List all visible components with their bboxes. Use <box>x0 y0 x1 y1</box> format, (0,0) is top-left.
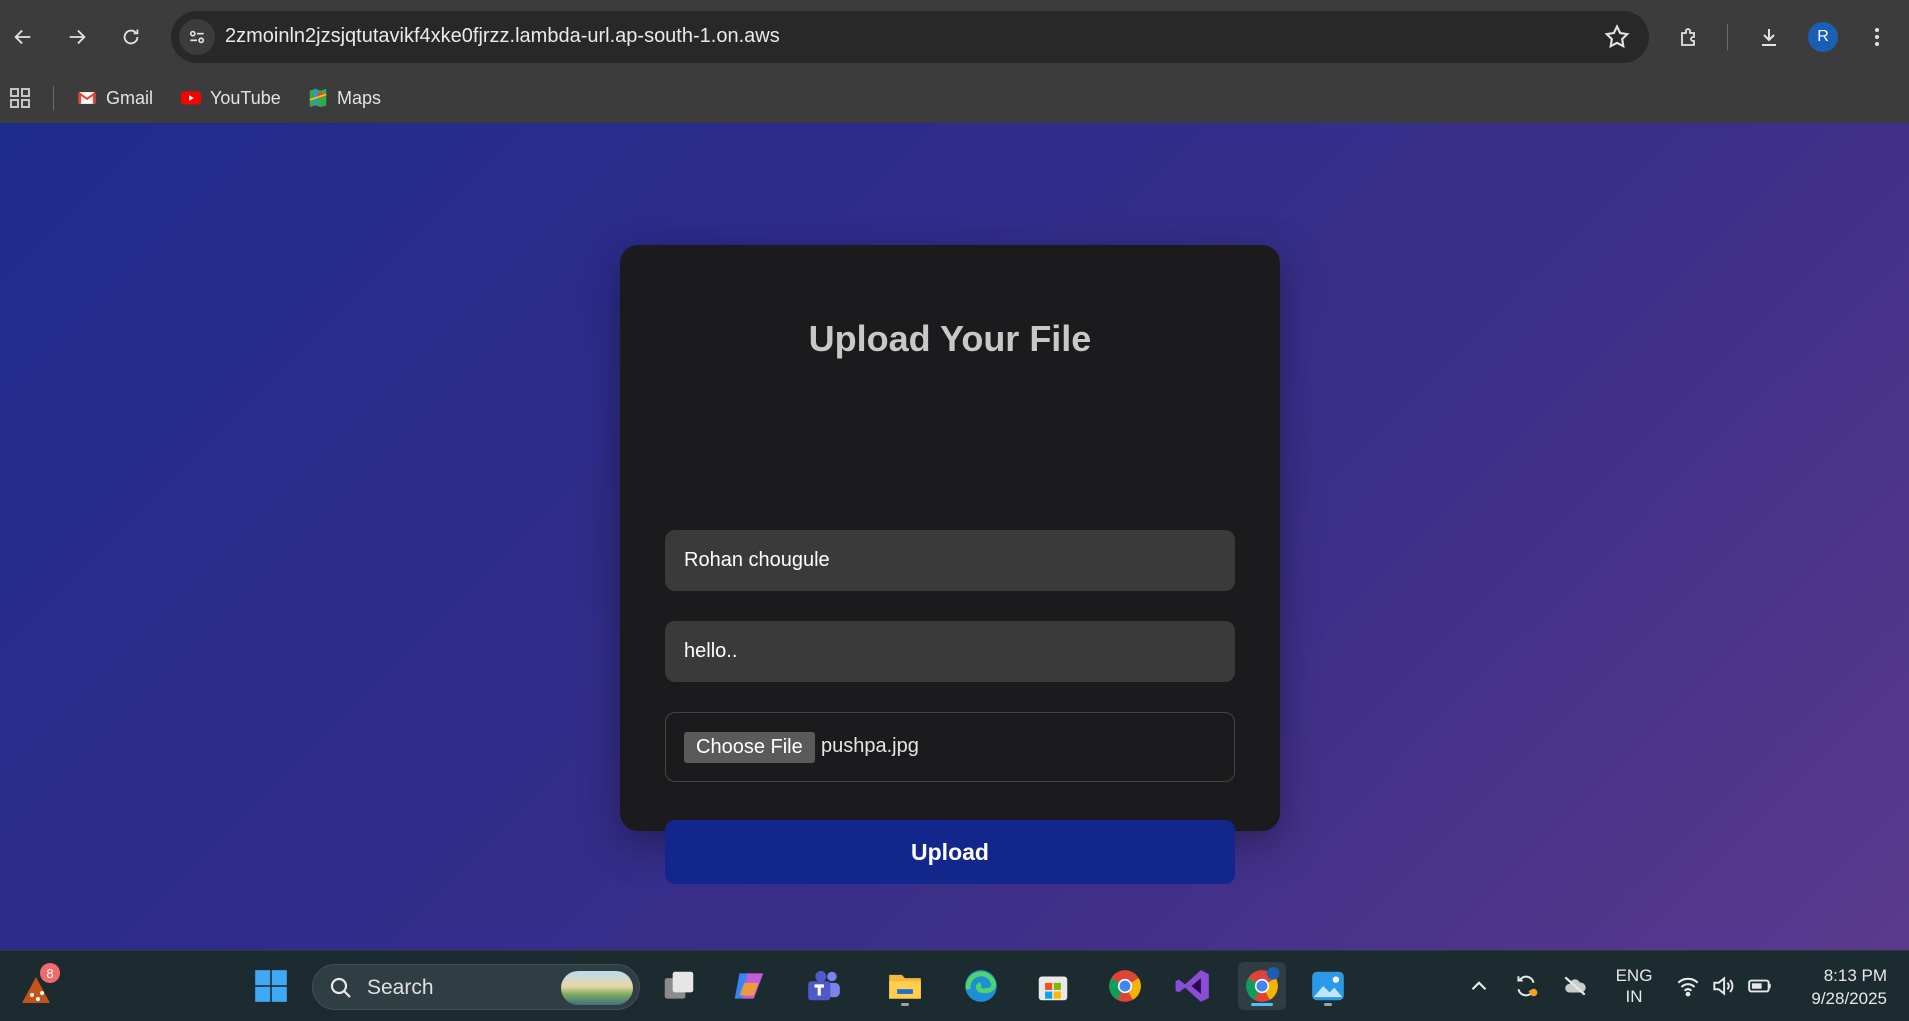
youtube-icon <box>180 87 202 109</box>
start-button[interactable] <box>247 962 295 1010</box>
upload-card: Upload Your File Choose File pushpa.jpg … <box>620 245 1280 884</box>
copilot-icon <box>734 973 764 999</box>
chrome-icon <box>1109 970 1141 1002</box>
folder-icon <box>889 974 921 999</box>
region-code: IN <box>1625 987 1643 1006</box>
search-label: Search <box>367 976 434 999</box>
search-icon <box>330 977 351 998</box>
weather-widget[interactable]: 8 <box>16 963 60 1009</box>
chrome-app[interactable] <box>1101 962 1149 1010</box>
bookmark-star-icon[interactable] <box>1603 23 1631 51</box>
url-text[interactable]: 2zmoinln2jzsjqtutavikf4xke0fjrzz.lambda-… <box>225 25 780 48</box>
page-title: Upload Your File <box>808 318 1092 359</box>
running-indicator <box>901 1003 909 1006</box>
maps-icon <box>307 87 329 109</box>
running-indicator <box>1324 1003 1332 1006</box>
browser-chrome: 2zmoinln2jzsjqtutavikf4xke0fjrzz.lambda-… <box>0 0 1909 123</box>
browser-toolbar: 2zmoinln2jzsjqtutavikf4xke0fjrzz.lambda-… <box>0 0 1909 74</box>
gmail-icon <box>76 87 98 109</box>
file-input[interactable]: Choose File pushpa.jpg <box>665 712 1235 782</box>
teams-icon <box>808 970 840 1001</box>
task-view-icon <box>664 971 694 999</box>
photos-icon <box>1312 971 1344 1001</box>
site-info-button[interactable] <box>179 19 215 55</box>
windows-logo-icon <box>255 970 287 1002</box>
extensions-button[interactable] <box>1671 19 1707 55</box>
address-bar[interactable]: 2zmoinln2jzsjqtutavikf4xke0fjrzz.lambda-… <box>171 11 1649 63</box>
forward-button[interactable] <box>59 19 95 55</box>
system-clock[interactable]: 8:13 PM 9/28/2025 <box>1811 964 1887 1010</box>
bookmarks-bar: Gmail YouTube Maps <box>0 74 1909 123</box>
apps-grid-icon[interactable] <box>8 86 32 110</box>
taskbar-search[interactable]: Search <box>312 964 640 1010</box>
upload-button[interactable]: Upload <box>665 820 1235 884</box>
photos-app[interactable] <box>1304 962 1352 1010</box>
windows-taskbar: 8 Search ENG IN 8:13 PM 9/28/2025 <box>0 950 1909 1021</box>
wifi-icon[interactable] <box>1675 973 1701 999</box>
search-highlight-image <box>561 971 633 1005</box>
volume-icon[interactable] <box>1710 973 1736 999</box>
language-indicator[interactable]: ENG IN <box>1608 965 1660 1007</box>
choose-file-button[interactable]: Choose File <box>684 732 815 763</box>
arrow-right-icon <box>69 29 86 45</box>
browser-menu-button[interactable] <box>1859 19 1895 55</box>
download-icon <box>1762 29 1776 46</box>
battery-icon[interactable] <box>1747 973 1773 999</box>
reload-icon <box>123 29 139 45</box>
message-input[interactable] <box>665 621 1235 682</box>
file-explorer-app[interactable] <box>881 962 929 1010</box>
teams-app[interactable] <box>800 962 848 1010</box>
store-icon <box>1038 976 1068 1001</box>
more-vertical-icon <box>1875 28 1879 46</box>
bookmark-label: Maps <box>337 87 382 108</box>
bookmark-maps[interactable]: Maps <box>307 82 381 114</box>
clock-time: 8:13 PM <box>1823 966 1887 985</box>
profile-avatar[interactable]: R <box>1808 22 1838 52</box>
toolbar-divider <box>1727 24 1728 50</box>
back-button[interactable] <box>5 19 41 55</box>
language-code: ENG <box>1615 966 1653 985</box>
chrome-profile-app[interactable] <box>1238 962 1286 1010</box>
edge-app[interactable] <box>957 962 1005 1010</box>
chrome-icon <box>1246 967 1280 1002</box>
microsoft-store-app[interactable] <box>1029 962 1077 1010</box>
notification-badge: 8 <box>40 963 60 983</box>
task-view-button[interactable] <box>655 962 703 1010</box>
active-indicator <box>1251 1003 1273 1006</box>
page-background: Upload Your File Choose File pushpa.jpg … <box>0 123 1909 950</box>
bookmark-gmail[interactable]: Gmail <box>76 82 153 114</box>
edge-icon <box>965 970 997 1002</box>
sync-icon[interactable] <box>1513 973 1539 999</box>
name-input[interactable] <box>665 530 1235 591</box>
puzzle-icon <box>1681 28 1695 46</box>
tune-icon <box>189 30 205 44</box>
reload-button[interactable] <box>113 19 149 55</box>
chevron-up-icon[interactable] <box>1466 973 1492 999</box>
visual-studio-icon <box>1175 970 1209 1002</box>
bookmark-label: Gmail <box>106 87 154 108</box>
arrow-left-icon <box>14 29 31 45</box>
clock-date: 9/28/2025 <box>1811 989 1887 1008</box>
bookmarks-divider <box>53 86 54 110</box>
onedrive-offline-icon[interactable] <box>1562 973 1588 999</box>
copilot-app[interactable] <box>725 962 773 1010</box>
bookmark-label: YouTube <box>210 87 281 108</box>
downloads-button[interactable] <box>1751 19 1787 55</box>
selected-file-name: pushpa.jpg <box>821 735 919 757</box>
visual-studio-app[interactable] <box>1169 962 1217 1010</box>
bookmark-youtube[interactable]: YouTube <box>180 82 281 114</box>
